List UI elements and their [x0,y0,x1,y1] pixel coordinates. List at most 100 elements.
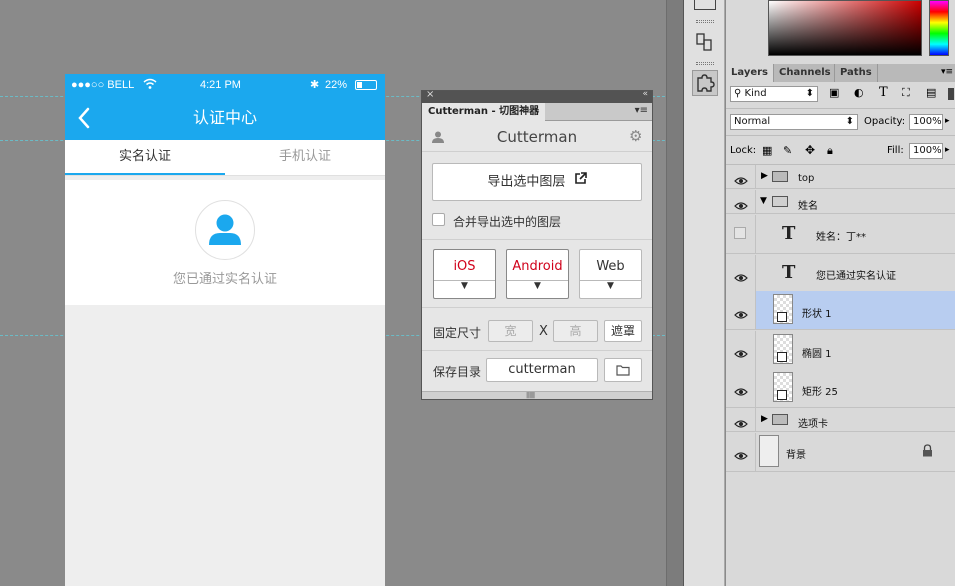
layer-row-top[interactable]: ▶ top [726,165,955,189]
tab-realname[interactable]: 实名认证 [65,140,225,176]
clone-source-icon[interactable] [694,32,716,52]
layer-row-name-group[interactable]: ▼ 姓名 [726,190,955,214]
platform-web-button[interactable]: Web ▼ [579,249,642,299]
filter-kind-value: Kind [744,88,767,99]
width-placeholder: 宽 [504,324,517,338]
filter-toggle[interactable] [948,88,954,100]
filter-shape-icon[interactable]: ⛶ [902,86,910,100]
layer-row-shape1[interactable]: 形状 1 [726,291,955,330]
blend-mode-select[interactable]: Normal ⬍ [730,114,858,130]
lock-all-icon[interactable]: 🔒︎ [827,144,833,158]
layer-name: 矩形 25 [802,387,838,398]
filter-pixel-icon[interactable]: ▣ [829,86,839,99]
visibility-eye-icon[interactable] [734,171,748,185]
cutterman-panel: × « Cutterman - 切图神器 ▾≡ Cutterman ⚙ 导出选中… [421,89,653,400]
dropdown-arrow-icon[interactable]: ▼ [580,281,641,291]
mask-button[interactable]: 遮罩 [604,320,642,342]
panel-icon[interactable] [694,0,716,10]
settings-gear-icon[interactable]: ⚙ [629,127,642,145]
lock-brush-icon[interactable]: ✎ [783,144,792,157]
lock-move-icon[interactable]: ✥ [805,143,815,157]
lock-label: Lock: [730,145,757,156]
extension-puzzle-icon[interactable] [692,70,718,96]
save-dir-label: 保存目录 [433,365,482,379]
save-dir-value: cutterman [508,362,576,377]
panel-tab-row: Cutterman - 切图神器 ▾≡ [422,103,652,121]
filter-adjustment-icon[interactable]: ◐ [854,86,864,99]
panel-titlebar[interactable]: × « [422,89,652,103]
save-dir-input[interactable]: cutterman [486,358,598,382]
collapse-arrow-icon[interactable]: ▼ [760,196,767,206]
visibility-eye-icon[interactable] [734,196,748,210]
export-label: 导出选中图层 [487,174,566,190]
color-picker-area[interactable] [768,0,922,56]
collapse-icon[interactable]: « [642,89,648,99]
visibility-eye-icon[interactable] [734,446,748,460]
mask-label: 遮罩 [610,324,635,338]
dropdown-arrow-icon[interactable]: ▼ [434,281,495,291]
fill-input[interactable]: 100% [909,143,943,159]
status-time: 4:21 PM [200,79,241,91]
layers-panel: Layers Channels Paths ▾≡ ⚲ Kind ⬍ ▣ ◐ T … [726,0,955,586]
lock-transparency-icon[interactable]: ▦ [762,144,772,157]
width-input[interactable]: 宽 [488,320,533,342]
panel-resize-grip[interactable]: |||||||| [422,391,652,399]
layer-row-background[interactable]: 背景 [726,433,955,472]
bluetooth-icon: ✱ [310,79,320,91]
nav-title: 认证中心 [192,108,257,127]
export-selected-button[interactable]: 导出选中图层 [432,163,642,201]
panel-menu-icon[interactable]: ▾≡ [941,67,953,77]
opacity-dropdown-icon[interactable]: ▸ [945,116,950,126]
layer-name: 您已通过实名认证 [816,271,896,282]
tab-layers[interactable]: Layers [726,64,773,82]
visibility-eye-icon[interactable] [734,382,748,396]
visibility-eye-icon[interactable] [734,268,748,282]
layer-row-text-name[interactable]: T 姓名：丁** [726,215,955,254]
browse-folder-button[interactable] [604,358,642,382]
verified-caption: 您已通过实名认证 [172,272,277,287]
canvas-edge [666,0,683,586]
layer-row-tabs-group[interactable]: ▶ 选项卡 [726,408,955,432]
tab-cutterman[interactable]: Cutterman - 切图神器 [422,103,546,121]
times-label: X [539,324,548,339]
layer-name: 形状 1 [802,309,832,320]
dropdown-arrow-icon[interactable]: ▼ [507,281,568,291]
height-input[interactable]: 高 [553,320,598,342]
visibility-toggle-off[interactable] [734,227,746,239]
open-folder-icon [772,196,788,207]
vector-mask-icon [777,390,787,400]
avatar [195,200,255,260]
visibility-eye-icon[interactable] [734,305,748,319]
opacity-label: Opacity: [864,116,906,127]
folder-icon [772,171,788,182]
divider [422,307,652,308]
filter-kind-select[interactable]: ⚲ Kind ⬍ [730,86,818,102]
tab-channels[interactable]: Channels [773,64,836,82]
layer-row-rect25[interactable]: 矩形 25 [726,369,955,408]
filter-type-icon[interactable]: T [879,85,888,100]
phone-artboard: ●●●○○ BELL 4:21 PM ✱ 22% 认证中心 实名认证 手机认证 … [65,74,385,586]
fill-dropdown-icon[interactable]: ▸ [945,145,950,155]
close-icon[interactable]: × [426,89,434,100]
vector-mask-icon [777,352,787,362]
filter-smartobject-icon[interactable]: ▤ [926,86,936,99]
expand-arrow-icon[interactable]: ▶ [761,414,768,424]
panel-menu-icon[interactable]: ▾≡ [635,105,648,116]
tab-paths[interactable]: Paths [834,64,878,82]
blend-mode-value: Normal [734,116,771,127]
layer-row-ellipse1[interactable]: 椭圆 1 [726,331,955,370]
platform-android-button[interactable]: Android ▼ [506,249,569,299]
opacity-input[interactable]: 100% [909,114,943,130]
expand-arrow-icon[interactable]: ▶ [761,171,768,181]
platform-ios-button[interactable]: iOS ▼ [433,249,496,299]
visibility-eye-icon[interactable] [734,344,748,358]
grip [696,20,714,23]
wifi-icon [143,78,157,90]
merge-checkbox[interactable] [432,213,445,226]
hue-slider[interactable] [929,0,949,56]
visibility-eye-icon[interactable] [734,414,748,428]
opacity-value: 100% [913,116,942,127]
platform-label: iOS [453,259,476,274]
tab-phone[interactable]: 手机认证 [225,140,385,176]
layer-row-text-verified[interactable]: T 您已通过实名认证 [726,255,955,294]
